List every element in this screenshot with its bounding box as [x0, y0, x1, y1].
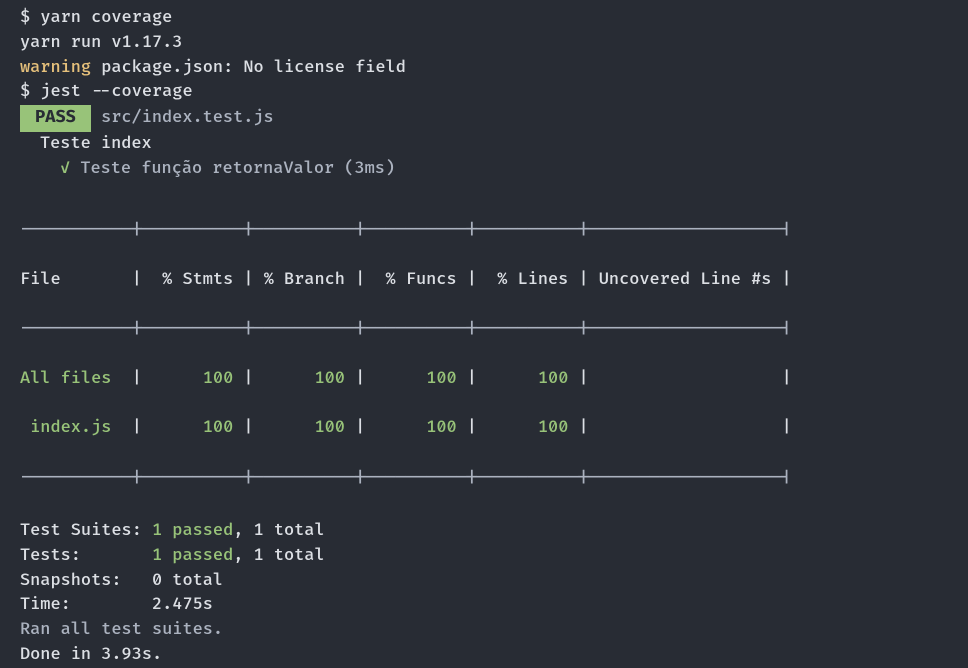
cell-sep: |	[111, 418, 202, 438]
done-line: Done in 3.93s.	[20, 643, 948, 668]
summary-label: Tests:	[20, 546, 152, 566]
cell-sep: |	[457, 369, 538, 389]
prompt-symbol: $	[20, 8, 40, 28]
cell-file: All files	[20, 369, 111, 389]
cell-funcs: 100	[426, 418, 456, 438]
warning-message: package.json: No license field	[91, 58, 406, 78]
table-row-indexjs: index.js | 100 | 100 | 100 | 100 | |	[20, 416, 948, 441]
cell-uncovered: | |	[568, 418, 791, 438]
cell-lines: 100	[538, 418, 568, 438]
pass-line: PASS src/index.test.js	[20, 105, 948, 132]
summary-passed: 1 passed	[152, 546, 233, 566]
cell-branch: 100	[314, 369, 344, 389]
summary-time: Time: 2.475s	[20, 593, 948, 618]
summary-total: , 1 total	[233, 546, 324, 566]
cell-branch: 100	[314, 418, 344, 438]
cell-sep: |	[457, 418, 538, 438]
test-suite-name: Teste index	[20, 132, 948, 157]
cell-sep: |	[345, 369, 426, 389]
summary-total: , 1 total	[233, 521, 324, 541]
command-text: yarn coverage	[40, 8, 172, 28]
warning-line: warning package.json: No license field	[20, 56, 948, 81]
summary-value: 0 total	[152, 571, 223, 591]
table-row-all-files: All files | 100 | 100 | 100 | 100 | |	[20, 367, 948, 392]
table-divider: -----------|----------|----------|------…	[20, 218, 948, 243]
ran-all-suites: Ran all test suites.	[20, 618, 948, 643]
cell-funcs: 100	[426, 369, 456, 389]
cell-stmts: 100	[203, 369, 233, 389]
warning-label: warning	[20, 58, 91, 78]
summary-label: Time:	[20, 595, 152, 615]
command-line-2: $ jest --coverage	[20, 80, 948, 105]
prompt-symbol: $	[20, 82, 40, 102]
cell-sep: |	[345, 418, 426, 438]
summary-label: Snapshots:	[20, 571, 152, 591]
cell-stmts: 100	[203, 418, 233, 438]
cell-sep: |	[233, 418, 314, 438]
cell-file: index.js	[20, 418, 111, 438]
cell-lines: 100	[538, 369, 568, 389]
test-result-line: ✓ Teste função retornaValor (3ms)	[20, 157, 948, 182]
test-file-path: src/index.test.js	[91, 108, 274, 128]
summary-label: Test Suites:	[20, 521, 152, 541]
checkmark-icon: ✓	[60, 159, 80, 179]
table-header-row: File | % Stmts | % Branch | % Funcs | % …	[20, 268, 948, 293]
command-text: jest --coverage	[40, 82, 192, 102]
command-line-1: $ yarn coverage	[20, 6, 948, 31]
cell-sep: |	[233, 369, 314, 389]
summary-value: 2.475s	[152, 595, 213, 615]
cell-uncovered: | |	[568, 369, 791, 389]
summary-tests: Tests: 1 passed, 1 total	[20, 544, 948, 569]
summary-test-suites: Test Suites: 1 passed, 1 total	[20, 519, 948, 544]
summary-passed: 1 passed	[152, 521, 233, 541]
test-case-name: Teste função retornaValor (3ms)	[80, 159, 395, 179]
yarn-run-line: yarn run v1.17.3	[20, 31, 948, 56]
table-divider: -----------|----------|----------|------…	[20, 466, 948, 491]
summary-snapshots: Snapshots: 0 total	[20, 569, 948, 594]
coverage-table: -----------|----------|----------|------…	[20, 193, 948, 515]
cell-sep: |	[111, 369, 202, 389]
table-divider: -----------|----------|----------|------…	[20, 317, 948, 342]
pass-badge: PASS	[20, 105, 91, 132]
